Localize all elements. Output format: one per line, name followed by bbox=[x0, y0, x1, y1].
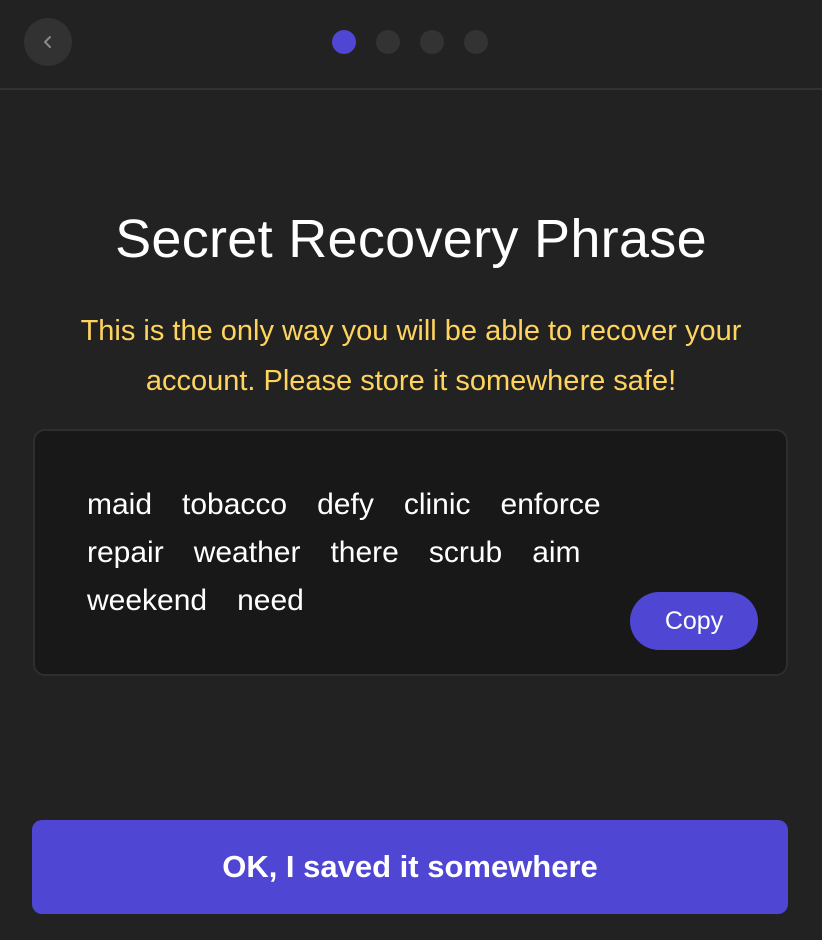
phrase-word: enforce bbox=[500, 488, 601, 521]
chevron-left-icon bbox=[44, 36, 51, 48]
step-dot bbox=[376, 30, 400, 54]
step-dot bbox=[420, 30, 444, 54]
phrase-word: there bbox=[330, 536, 399, 569]
confirm-saved-button[interactable]: OK, I saved it somewhere bbox=[32, 820, 788, 914]
page-title: Secret Recovery Phrase bbox=[115, 209, 707, 269]
phrase-word: tobacco bbox=[182, 488, 288, 521]
phrase-word: scrub bbox=[428, 536, 503, 569]
back-button[interactable] bbox=[24, 18, 72, 66]
step-indicator bbox=[332, 30, 488, 54]
phrase-words: maid tobacco defy clinic enforce repair … bbox=[87, 481, 707, 625]
phrase-word: clinic bbox=[403, 488, 471, 521]
phrase-word: defy bbox=[317, 488, 374, 521]
phrase-word: weekend bbox=[87, 584, 208, 617]
phrase-word: maid bbox=[87, 488, 153, 521]
phrase-word: aim bbox=[532, 536, 581, 569]
phrase-word: weather bbox=[193, 536, 301, 569]
step-dot bbox=[464, 30, 488, 54]
phrase-word: need bbox=[237, 584, 304, 617]
warning-text: This is the only way you will be able to… bbox=[80, 315, 742, 397]
step-dot-active bbox=[332, 30, 356, 54]
copy-button[interactable]: Copy bbox=[630, 592, 758, 650]
header bbox=[0, 0, 822, 90]
recovery-phrase-box: maid tobacco defy clinic enforce repair … bbox=[33, 429, 788, 676]
phrase-word: repair bbox=[87, 536, 164, 569]
